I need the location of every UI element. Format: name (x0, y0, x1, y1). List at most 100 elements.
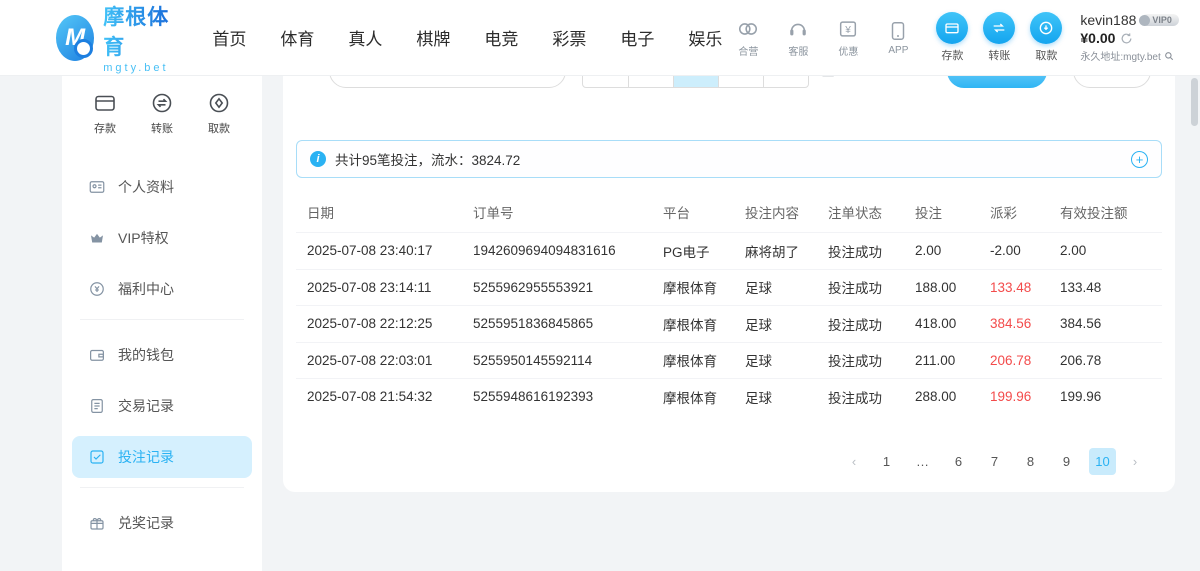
sidebar-menu: 个人资料 VIP特权 福利中心 我的钱包 交易记录 (62, 144, 262, 544)
id-card-icon (88, 178, 106, 196)
bet-records-card: ⊞ i 共计95笔投注，流水：3824.72 + 日期 订单号 平台 投注内容 (283, 75, 1175, 492)
app-icon (886, 19, 910, 43)
crown-icon (88, 229, 106, 247)
column-header: 有效投注额 (1060, 202, 1151, 222)
nav-item[interactable]: 娱乐 (680, 21, 730, 54)
sidebar-item-bet-records[interactable]: 投注记录 (72, 436, 252, 478)
sidebar-item-prize-records[interactable]: 兑奖记录 (72, 502, 252, 544)
wallet-shortcuts: 存款 转账 取款 (936, 12, 1062, 63)
filter-segment[interactable] (628, 75, 673, 87)
column-header: 派彩 (990, 202, 1060, 222)
page-button[interactable]: 8 (1017, 448, 1044, 475)
info-icon: i (310, 151, 326, 167)
cell-payout: -2.00 (990, 243, 1060, 258)
app-download-link[interactable]: APP (880, 19, 916, 56)
date-range-segments (582, 75, 809, 88)
page-button[interactable]: 7 (981, 448, 1008, 475)
cell-bet-content: 足球 (745, 387, 828, 407)
sidebar-quick-actions: 存款 转账 取款 (62, 75, 262, 144)
page-button[interactable]: … (909, 448, 936, 475)
withdraw-label: 取款 (1035, 47, 1057, 63)
nav-item[interactable]: 电子 (612, 21, 662, 54)
refresh-balance-icon[interactable] (1120, 32, 1133, 45)
cell-bet-amount: 418.00 (915, 316, 990, 331)
next-page-button[interactable]: › (1125, 448, 1145, 475)
sidebar-item-wallet[interactable]: 我的钱包 (72, 334, 252, 376)
sidebar-item-label: 兑奖记录 (118, 513, 174, 533)
cell-order-number: 5255948616192393 (473, 389, 663, 404)
nav-item[interactable]: 电竞 (476, 21, 526, 54)
cell-valid-amount: 206.78 (1060, 353, 1151, 368)
deposit-button[interactable]: 存款 (936, 12, 968, 63)
sidebar-item-label: VIP特权 (118, 228, 169, 248)
nav-item[interactable]: 体育 (272, 21, 322, 54)
sidebar-item-transactions[interactable]: 交易记录 (72, 385, 252, 427)
cell-order-number: 5255950145592114 (473, 353, 663, 368)
nav-item[interactable]: 真人 (340, 21, 390, 54)
table-row: 2025-07-08 22:03:01 5255950145592114 摩根体… (296, 342, 1162, 379)
cell-platform: 摩根体育 (663, 314, 745, 334)
transfer-icon (983, 12, 1015, 44)
page-button[interactable]: 1 (873, 448, 900, 475)
promo-icon: ¥ (836, 17, 860, 41)
filter-segment[interactable] (718, 75, 763, 87)
partner-link[interactable]: 合营 (730, 17, 766, 58)
deposit-icon (936, 12, 968, 44)
grid-icon[interactable]: ⊞ (821, 75, 835, 81)
document-icon (88, 397, 106, 415)
cell-bet-amount: 288.00 (915, 389, 990, 404)
filter-bar: ⊞ (307, 75, 1151, 88)
table-row: 2025-07-08 22:12:25 5255951836845865 摩根体… (296, 305, 1162, 342)
sidebar-deposit-button[interactable]: 存款 (92, 90, 118, 136)
partner-icon (736, 17, 760, 41)
column-header: 投注 (915, 202, 990, 222)
cell-status: 投注成功 (828, 387, 915, 407)
search-icon[interactable] (1164, 51, 1174, 61)
transfer-button[interactable]: 转账 (983, 12, 1015, 63)
filter-segment[interactable] (763, 75, 808, 87)
cell-payout: 199.96 (990, 389, 1060, 404)
table-row: 2025-07-08 23:14:11 5255962955553921 摩根体… (296, 269, 1162, 306)
filter-segment[interactable] (583, 75, 628, 87)
query-button[interactable] (947, 75, 1047, 88)
site-logo[interactable]: M 摩根体育 mgty.bet (56, 1, 176, 74)
cell-bet-amount: 2.00 (915, 243, 990, 258)
partner-label: 合营 (738, 43, 758, 58)
reset-button[interactable] (1073, 75, 1151, 88)
sidebar-transfer-button[interactable]: 转账 (149, 90, 175, 136)
cell-bet-content: 麻将胡了 (745, 241, 828, 261)
withdraw-icon (206, 90, 232, 116)
page-button[interactable]: 6 (945, 448, 972, 475)
cell-bet-content: 足球 (745, 277, 828, 297)
sidebar-item-label: 交易记录 (118, 396, 174, 416)
order-search-input[interactable] (329, 75, 566, 88)
sidebar-item-welfare[interactable]: 福利中心 (72, 268, 252, 310)
expand-plus-icon[interactable]: + (1131, 151, 1148, 168)
sidebar-item-label: 投注记录 (118, 447, 174, 467)
withdraw-button[interactable]: 取款 (1030, 12, 1062, 63)
column-header: 投注内容 (745, 202, 828, 222)
username: kevin188 (1080, 12, 1136, 28)
promo-label: 优惠 (838, 43, 858, 58)
nav-item[interactable]: 棋牌 (408, 21, 458, 54)
prev-page-button[interactable]: ‹ (844, 448, 864, 475)
promo-link[interactable]: ¥ 优惠 (830, 17, 866, 58)
permanent-domain: 永久地址:mgty.bet (1080, 48, 1160, 63)
support-label: 客服 (788, 43, 808, 58)
nav-item[interactable]: 首页 (204, 21, 254, 54)
page-list: 1 … 6 7 8 9 10 (873, 448, 1116, 475)
vertical-scrollbar-thumb[interactable] (1191, 78, 1198, 126)
sidebar-item-vip[interactable]: VIP特权 (72, 217, 252, 259)
support-link[interactable]: 客服 (780, 17, 816, 58)
cell-platform: 摩根体育 (663, 277, 745, 297)
page-button[interactable]: 10 (1089, 448, 1116, 475)
sidebar-item-profile[interactable]: 个人资料 (72, 166, 252, 208)
page-button[interactable]: 9 (1053, 448, 1080, 475)
filter-segment-active[interactable] (673, 75, 718, 87)
column-header: 平台 (663, 202, 745, 222)
cell-bet-content: 足球 (745, 314, 828, 334)
logo-title: 摩根体育 (103, 1, 176, 61)
sidebar-withdraw-button[interactable]: 取款 (206, 90, 232, 136)
sidebar-withdraw-label: 取款 (208, 120, 230, 136)
nav-item[interactable]: 彩票 (544, 21, 594, 54)
